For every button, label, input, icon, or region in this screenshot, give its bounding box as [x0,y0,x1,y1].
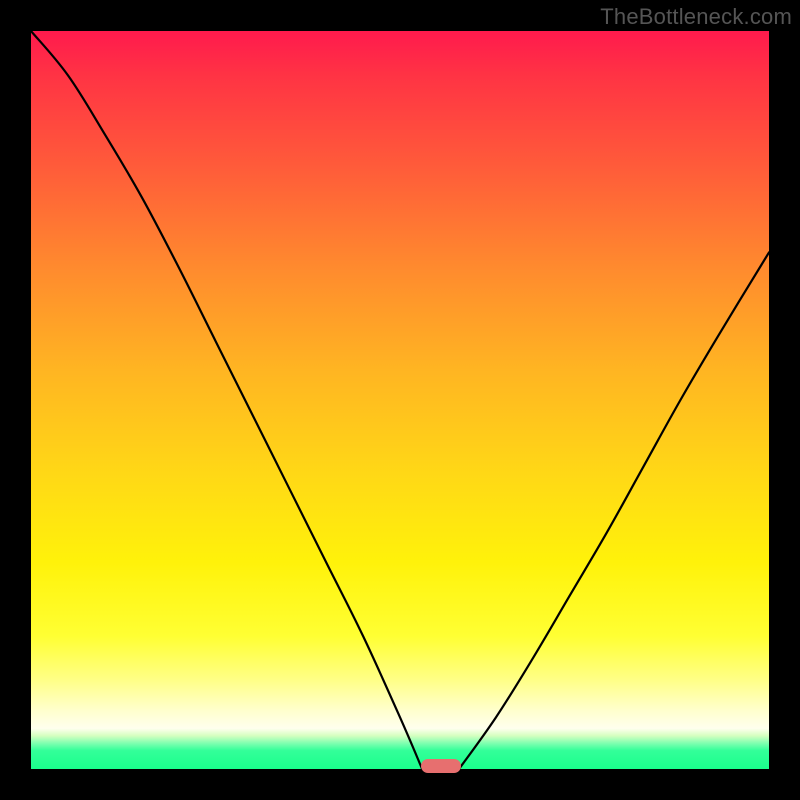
chart-plot-area [31,31,769,769]
bottleneck-curve [31,31,769,769]
curve-left-branch [31,31,422,769]
watermark-text: TheBottleneck.com [600,4,792,30]
curve-right-branch [459,252,769,769]
minimum-marker [421,759,461,773]
